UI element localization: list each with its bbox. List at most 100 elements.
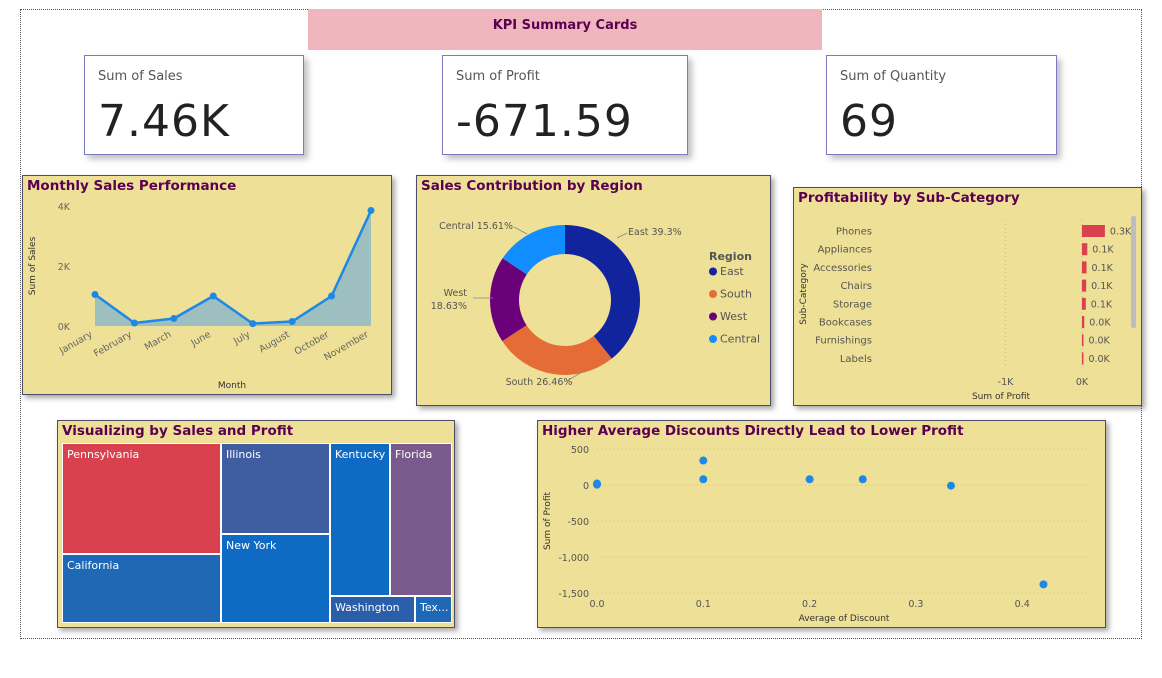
scatter-point [858, 475, 867, 484]
category-label: Furnishings [815, 336, 872, 347]
legend-marker [709, 290, 717, 298]
region-donut-chart: East 39.3% South 26.46% West 18.63% Central … [431, 221, 760, 388]
x-tick-label: February [92, 329, 134, 360]
y-axis-title: Sum of Sales [28, 236, 38, 295]
state-treemap: Pennsylvania California Illinois New York Ke… [62, 443, 452, 623]
category-label: Labels [840, 354, 872, 365]
profit-bar [1081, 297, 1086, 310]
x-tick-label: 0K [1076, 377, 1089, 388]
y-tick-label: 500 [571, 445, 589, 456]
treemap-cell-california[interactable]: California [62, 554, 221, 623]
category-label: Accessories [813, 263, 872, 274]
subcategory-bar-chart: Phones 0.3K Appliances 0.1K Accessories 0.1K C… [799, 220, 1132, 402]
x-tick-label: -1K [998, 377, 1014, 388]
category-label: Chairs [840, 281, 872, 292]
category-label: Appliances [818, 245, 872, 256]
y-tick-label: -1,000 [558, 553, 589, 564]
panel-title: Visualizing by Sales and Profit [62, 423, 294, 439]
kpi-card-quantity[interactable]: Sum of Quantity 69 [826, 55, 1057, 155]
discount-profit-panel[interactable]: Higher Average Discounts Directly Lead t… [537, 420, 1106, 628]
y-axis-title: Sub-Category [799, 263, 809, 325]
bar-data-label: 0.0K [1088, 354, 1110, 365]
sales-point [249, 320, 257, 328]
legend-item: East [720, 265, 744, 278]
bar-data-label: 0.3K [1110, 227, 1132, 238]
treemap-panel[interactable]: Visualizing by Sales and Profit Pennsylv… [57, 420, 455, 628]
treemap-cell-tex[interactable]: Tex... [415, 596, 452, 623]
slice-label-west-pct: 18.63% [431, 301, 467, 312]
sales-point [170, 315, 178, 322]
x-tick-label: August [257, 329, 292, 355]
sales-point [209, 292, 217, 300]
banner-title: KPI Summary Cards [492, 18, 638, 33]
legend-marker [709, 312, 717, 321]
leader-line [513, 226, 528, 235]
subcategory-profit-panel[interactable]: Profitability by Sub-Category Phones 0.3K… [793, 187, 1142, 406]
treemap-label: Pennsylvania [67, 448, 140, 461]
legend-item: Central [720, 333, 760, 346]
treemap-label: California [67, 559, 120, 572]
x-axis-title: Average of Discount [799, 614, 890, 624]
scatter-point [699, 456, 708, 465]
sales-point [367, 207, 375, 214]
sales-point [130, 319, 138, 327]
sales-point [328, 292, 336, 300]
scrollbar[interactable] [1131, 216, 1136, 328]
treemap-label: Florida [395, 448, 433, 461]
y-tick-label: 0K [58, 322, 71, 333]
x-tick-label: 0.3 [908, 599, 923, 610]
x-tick-label: January [57, 329, 95, 357]
kpi-value: 69 [840, 96, 898, 147]
slice-label-central: Central 15.61% [439, 221, 513, 232]
treemap-cell-washington[interactable]: Washington [330, 596, 415, 623]
donut-slice-south [502, 325, 612, 375]
y-tick-label: 0 [583, 481, 589, 492]
y-tick-label: -1,500 [558, 589, 589, 600]
treemap-cell-florida[interactable]: Florida [390, 443, 452, 596]
monthly-sales-panel[interactable]: Monthly Sales Performance 0K 2K 4K January F… [22, 175, 392, 395]
treemap-label: New York [226, 539, 277, 552]
bar-data-label: 0.1K [1092, 263, 1114, 274]
donut-slice-east [565, 225, 640, 359]
scatter-point [699, 475, 708, 484]
profit-bar [1081, 352, 1084, 365]
profit-bar [1081, 279, 1087, 292]
y-tick-label: 4K [58, 202, 71, 213]
treemap-label: Illinois [226, 448, 261, 461]
kpi-label: Sum of Profit [456, 69, 540, 84]
x-tick-label: March [143, 329, 174, 353]
legend-item: West [720, 310, 748, 323]
slice-label-south: South 26.46% [506, 377, 573, 388]
legend-marker [709, 335, 717, 343]
slice-label-west: West [444, 288, 468, 299]
slice-label-east: East 39.3% [628, 227, 682, 238]
profit-bar [1081, 334, 1084, 347]
profit-bar [1081, 261, 1087, 274]
bar-data-label: 0.0K [1089, 318, 1111, 329]
kpi-card-profit[interactable]: Sum of Profit -671.59 [442, 55, 688, 155]
x-tick-label: 0.4 [1015, 599, 1030, 610]
kpi-summary-banner: KPI Summary Cards [308, 9, 822, 50]
monthly-sales-chart: 0K 2K 4K JanuaryFebruary March June July August… [28, 202, 375, 391]
treemap-label: Washington [335, 601, 400, 614]
profit-bar [1081, 316, 1085, 328]
kpi-card-sales[interactable]: Sum of Sales 7.46K [84, 55, 304, 155]
profit-bar [1081, 225, 1105, 237]
treemap-cell-illinois[interactable]: Illinois [221, 443, 330, 534]
treemap-cell-pennsylvania[interactable]: Pennsylvania [62, 443, 221, 554]
x-tick-label: July [231, 329, 252, 348]
x-tick-label: June [188, 329, 212, 349]
y-axis-title: Sum of Profit [543, 492, 553, 551]
legend-title: Region [709, 250, 752, 263]
bar-data-label: 0.1K [1092, 245, 1114, 256]
category-label: Storage [833, 299, 872, 310]
scatter-point [946, 481, 955, 490]
treemap-cell-newyork[interactable]: New York [221, 534, 330, 623]
sales-point [288, 318, 296, 325]
treemap-label: Tex... [420, 601, 449, 614]
treemap-cell-kentucky[interactable]: Kentucky [330, 443, 390, 596]
category-label: Phones [836, 227, 872, 238]
kpi-value: -671.59 [456, 96, 633, 147]
region-contribution-panel[interactable]: Sales Contribution by Region East 39.3% S… [416, 175, 771, 406]
profit-bar [1081, 243, 1088, 256]
